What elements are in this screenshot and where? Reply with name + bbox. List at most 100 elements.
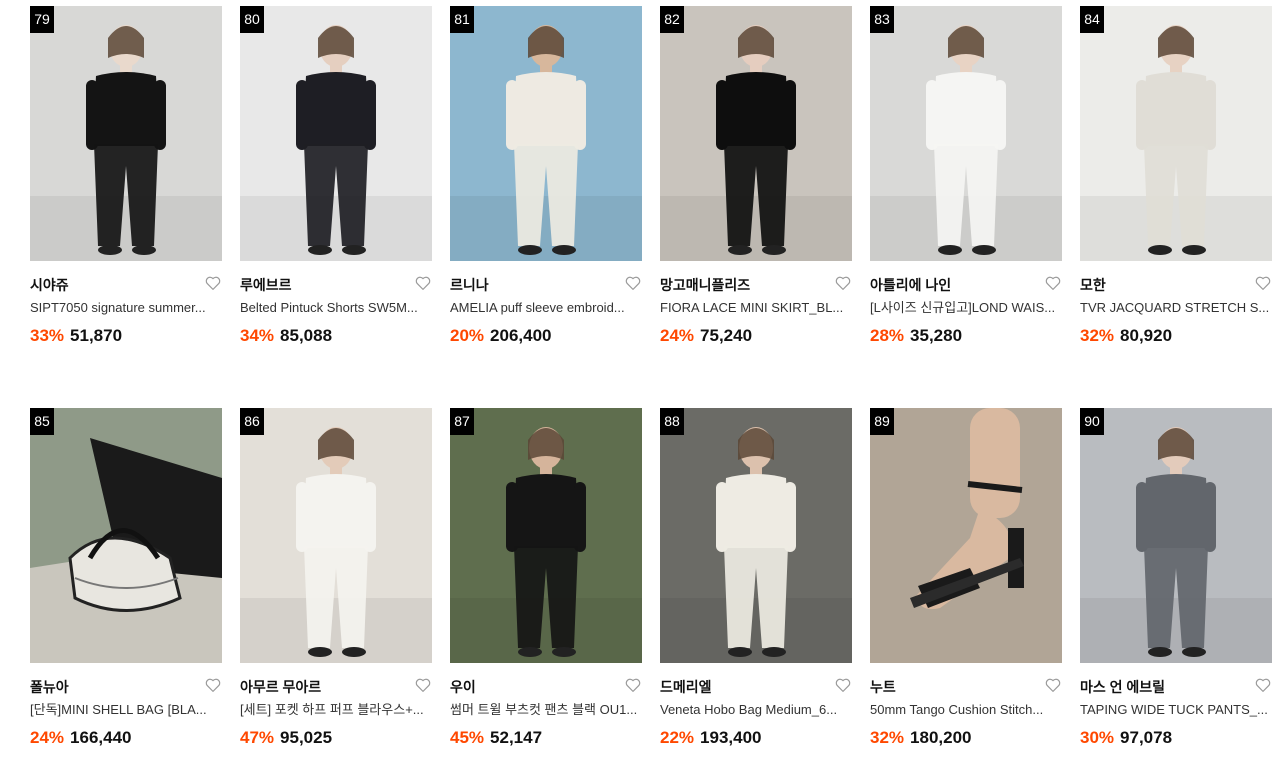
- rank-badge: 90: [1080, 408, 1104, 435]
- price-line: 47% 95,025: [240, 728, 432, 748]
- heart-icon[interactable]: [414, 274, 432, 297]
- product-image[interactable]: 88: [660, 408, 852, 663]
- brand-name[interactable]: 폴뉴아: [30, 677, 69, 697]
- product-image[interactable]: 83: [870, 6, 1062, 261]
- product-image[interactable]: 80: [240, 6, 432, 261]
- rank-badge: 80: [240, 6, 264, 33]
- product-image[interactable]: 84: [1080, 6, 1272, 261]
- product-image[interactable]: 85: [30, 408, 222, 663]
- sale-price: 75,240: [700, 326, 753, 345]
- sale-price: 193,400: [700, 728, 762, 747]
- product-name[interactable]: FIORA LACE MINI SKIRT_BL...: [660, 299, 850, 317]
- rank-badge: 87: [450, 408, 474, 435]
- brand-name[interactable]: 누트: [870, 677, 896, 697]
- product-image[interactable]: 86: [240, 408, 432, 663]
- product-card[interactable]: 86 아무르 무아르 [세트] 포켓 하프 퍼프 블라우스+... 47% 95,…: [240, 408, 432, 748]
- heart-icon[interactable]: [414, 676, 432, 699]
- product-card[interactable]: 84 모한 TVR JACQUARD STRETCH S... 32% 80,92…: [1080, 6, 1272, 346]
- brand-name[interactable]: 우이: [450, 677, 476, 697]
- sale-price: 97,078: [1120, 728, 1173, 747]
- discount-rate: 24%: [660, 326, 695, 345]
- sale-price: 85,088: [280, 326, 333, 345]
- heart-icon[interactable]: [834, 676, 852, 699]
- rank-badge: 86: [240, 408, 264, 435]
- product-name[interactable]: SIPT7050 signature summer...: [30, 299, 220, 317]
- product-card[interactable]: 83 아틀리에 나인 [L사이즈 신규입고]LOND WAIS... 28% 35…: [870, 6, 1062, 346]
- heart-icon[interactable]: [834, 274, 852, 297]
- brand-name[interactable]: 르니나: [450, 275, 489, 295]
- discount-rate: 28%: [870, 326, 905, 345]
- product-card[interactable]: 89 누트 50mm Tango Cushion Stitch... 32% 18…: [870, 408, 1062, 748]
- price-line: 45% 52,147: [450, 728, 642, 748]
- product-card[interactable]: 81 르니나 AMELIA puff sleeve embroid... 20%…: [450, 6, 642, 346]
- sale-price: 51,870: [70, 326, 123, 345]
- sale-price: 80,920: [1120, 326, 1173, 345]
- heart-icon[interactable]: [1044, 274, 1062, 297]
- price-line: 24% 166,440: [30, 728, 222, 748]
- product-name[interactable]: Belted Pintuck Shorts SW5M...: [240, 299, 430, 317]
- brand-name[interactable]: 루에브르: [240, 275, 292, 295]
- brand-name[interactable]: 모한: [1080, 275, 1106, 295]
- rank-badge: 88: [660, 408, 684, 435]
- discount-rate: 33%: [30, 326, 65, 345]
- heart-icon[interactable]: [204, 676, 222, 699]
- product-name[interactable]: 썸머 트윌 부츠컷 팬츠 블랙 OU1...: [450, 701, 640, 719]
- price-line: 28% 35,280: [870, 326, 1062, 346]
- rank-badge: 89: [870, 408, 894, 435]
- product-name[interactable]: TVR JACQUARD STRETCH S...: [1080, 299, 1270, 317]
- discount-rate: 30%: [1080, 728, 1115, 747]
- discount-rate: 24%: [30, 728, 65, 747]
- heart-icon[interactable]: [624, 274, 642, 297]
- price-line: 34% 85,088: [240, 326, 432, 346]
- sale-price: 95,025: [280, 728, 333, 747]
- rank-badge: 85: [30, 408, 54, 435]
- sale-price: 35,280: [910, 326, 963, 345]
- product-card[interactable]: 82 망고매니플리즈 FIORA LACE MINI SKIRT_BL... 2…: [660, 6, 852, 346]
- rank-badge: 82: [660, 6, 684, 33]
- discount-rate: 45%: [450, 728, 485, 747]
- product-card[interactable]: 90 마스 언 에브릴 TAPING WIDE TUCK PANTS_... 3…: [1080, 408, 1272, 748]
- heart-icon[interactable]: [1044, 676, 1062, 699]
- product-image[interactable]: 81: [450, 6, 642, 261]
- product-image[interactable]: 90: [1080, 408, 1272, 663]
- heart-icon[interactable]: [1254, 676, 1272, 699]
- product-card[interactable]: 87 우이 썸머 트윌 부츠컷 팬츠 블랙 OU1... 45% 52,147: [450, 408, 642, 748]
- discount-rate: 47%: [240, 728, 275, 747]
- product-row: 79 시야쥬 SIPT7050 signature summer... 33% 5…: [30, 6, 1272, 346]
- product-name[interactable]: [L사이즈 신규입고]LOND WAIS...: [870, 299, 1060, 317]
- product-image[interactable]: 89: [870, 408, 1062, 663]
- price-line: 24% 75,240: [660, 326, 852, 346]
- brand-name[interactable]: 시야쥬: [30, 275, 69, 295]
- product-name[interactable]: AMELIA puff sleeve embroid...: [450, 299, 640, 317]
- heart-icon[interactable]: [624, 676, 642, 699]
- heart-icon[interactable]: [1254, 274, 1272, 297]
- heart-icon[interactable]: [204, 274, 222, 297]
- discount-rate: 22%: [660, 728, 695, 747]
- brand-name[interactable]: 아무르 무아르: [240, 677, 321, 697]
- brand-name[interactable]: 아틀리에 나인: [870, 275, 951, 295]
- sale-price: 206,400: [490, 326, 552, 345]
- sale-price: 52,147: [490, 728, 543, 747]
- price-line: 32% 180,200: [870, 728, 1062, 748]
- price-line: 22% 193,400: [660, 728, 852, 748]
- brand-name[interactable]: 드메리엘: [660, 677, 712, 697]
- product-row: 85 폴뉴아 [단독]MINI SHELL BAG [BLA... 24% 166…: [30, 408, 1272, 748]
- product-card[interactable]: 88 드메리엘 Veneta Hobo Bag Medium_6... 22% 1…: [660, 408, 852, 748]
- product-name[interactable]: TAPING WIDE TUCK PANTS_...: [1080, 701, 1270, 719]
- product-image[interactable]: 87: [450, 408, 642, 663]
- product-name[interactable]: [세트] 포켓 하프 퍼프 블라우스+...: [240, 701, 430, 719]
- product-card[interactable]: 85 폴뉴아 [단독]MINI SHELL BAG [BLA... 24% 166…: [30, 408, 222, 748]
- rank-badge: 79: [30, 6, 54, 33]
- product-name[interactable]: 50mm Tango Cushion Stitch...: [870, 701, 1060, 719]
- brand-name[interactable]: 마스 언 에브릴: [1080, 677, 1165, 697]
- product-image[interactable]: 82: [660, 6, 852, 261]
- product-image[interactable]: 79: [30, 6, 222, 261]
- brand-name[interactable]: 망고매니플리즈: [660, 275, 750, 295]
- product-card[interactable]: 80 루에브르 Belted Pintuck Shorts SW5M... 34…: [240, 6, 432, 346]
- product-name[interactable]: Veneta Hobo Bag Medium_6...: [660, 701, 850, 719]
- product-name[interactable]: [단독]MINI SHELL BAG [BLA...: [30, 701, 220, 719]
- price-line: 33% 51,870: [30, 326, 222, 346]
- price-line: 30% 97,078: [1080, 728, 1272, 748]
- product-card[interactable]: 79 시야쥬 SIPT7050 signature summer... 33% 5…: [30, 6, 222, 346]
- price-line: 32% 80,920: [1080, 326, 1272, 346]
